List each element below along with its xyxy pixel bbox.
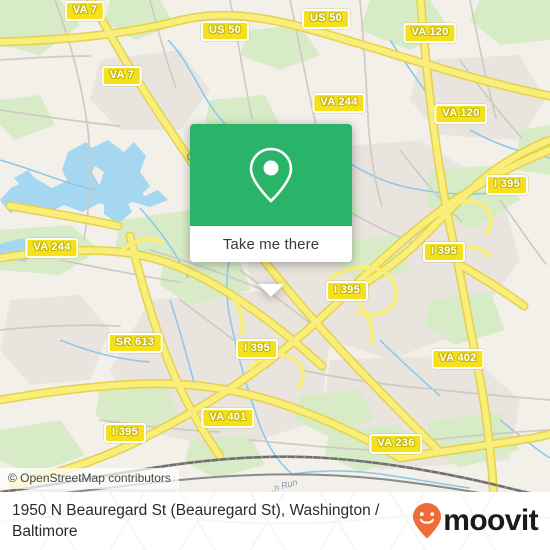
popup-cta-panel[interactable]: Take me there: [190, 226, 352, 262]
road-shield: VA 402: [431, 349, 485, 369]
footer-bar: 1950 N Beauregard St (Beauregard St), Wa…: [0, 492, 550, 550]
road-shield: SR 613: [107, 333, 163, 353]
popup-pointer: [258, 284, 284, 297]
road-shield: I 395: [104, 423, 146, 443]
map-screenshot: C …n Run VA 7US 50US 50VA 120VA 7VA 244V…: [0, 0, 550, 550]
location-caption: 1950 N Beauregard St (Beauregard St), Wa…: [12, 502, 380, 540]
take-me-there-label: Take me there: [222, 235, 320, 253]
popup-marker-panel: [190, 124, 352, 226]
road-shield: I 395: [236, 339, 278, 359]
road-shield: VA 244: [312, 93, 366, 113]
road-shield: US 50: [301, 9, 351, 29]
moovit-wordmark: moovit: [443, 504, 538, 537]
road-shield: VA 120: [434, 104, 488, 124]
road-shield: I 395: [486, 175, 528, 195]
road-shield: VA 244: [25, 238, 79, 258]
road-shield: VA 120: [403, 23, 457, 43]
road-shield: VA 236: [369, 434, 423, 454]
moovit-logo[interactable]: moovit: [412, 502, 539, 540]
road-shield: US 50: [200, 21, 250, 41]
road-shield: VA 7: [64, 1, 106, 21]
road-shield: I 395: [423, 242, 465, 262]
location-popup[interactable]: Take me there: [190, 124, 352, 297]
map-pin-icon: [249, 147, 293, 203]
road-shield: I 395: [326, 281, 368, 301]
road-shield: VA 7: [101, 66, 143, 86]
road-shield: VA 401: [201, 408, 255, 428]
osm-attribution[interactable]: © OpenStreetMap contributors: [0, 468, 179, 489]
moovit-smiley-pin-icon: [413, 503, 442, 539]
